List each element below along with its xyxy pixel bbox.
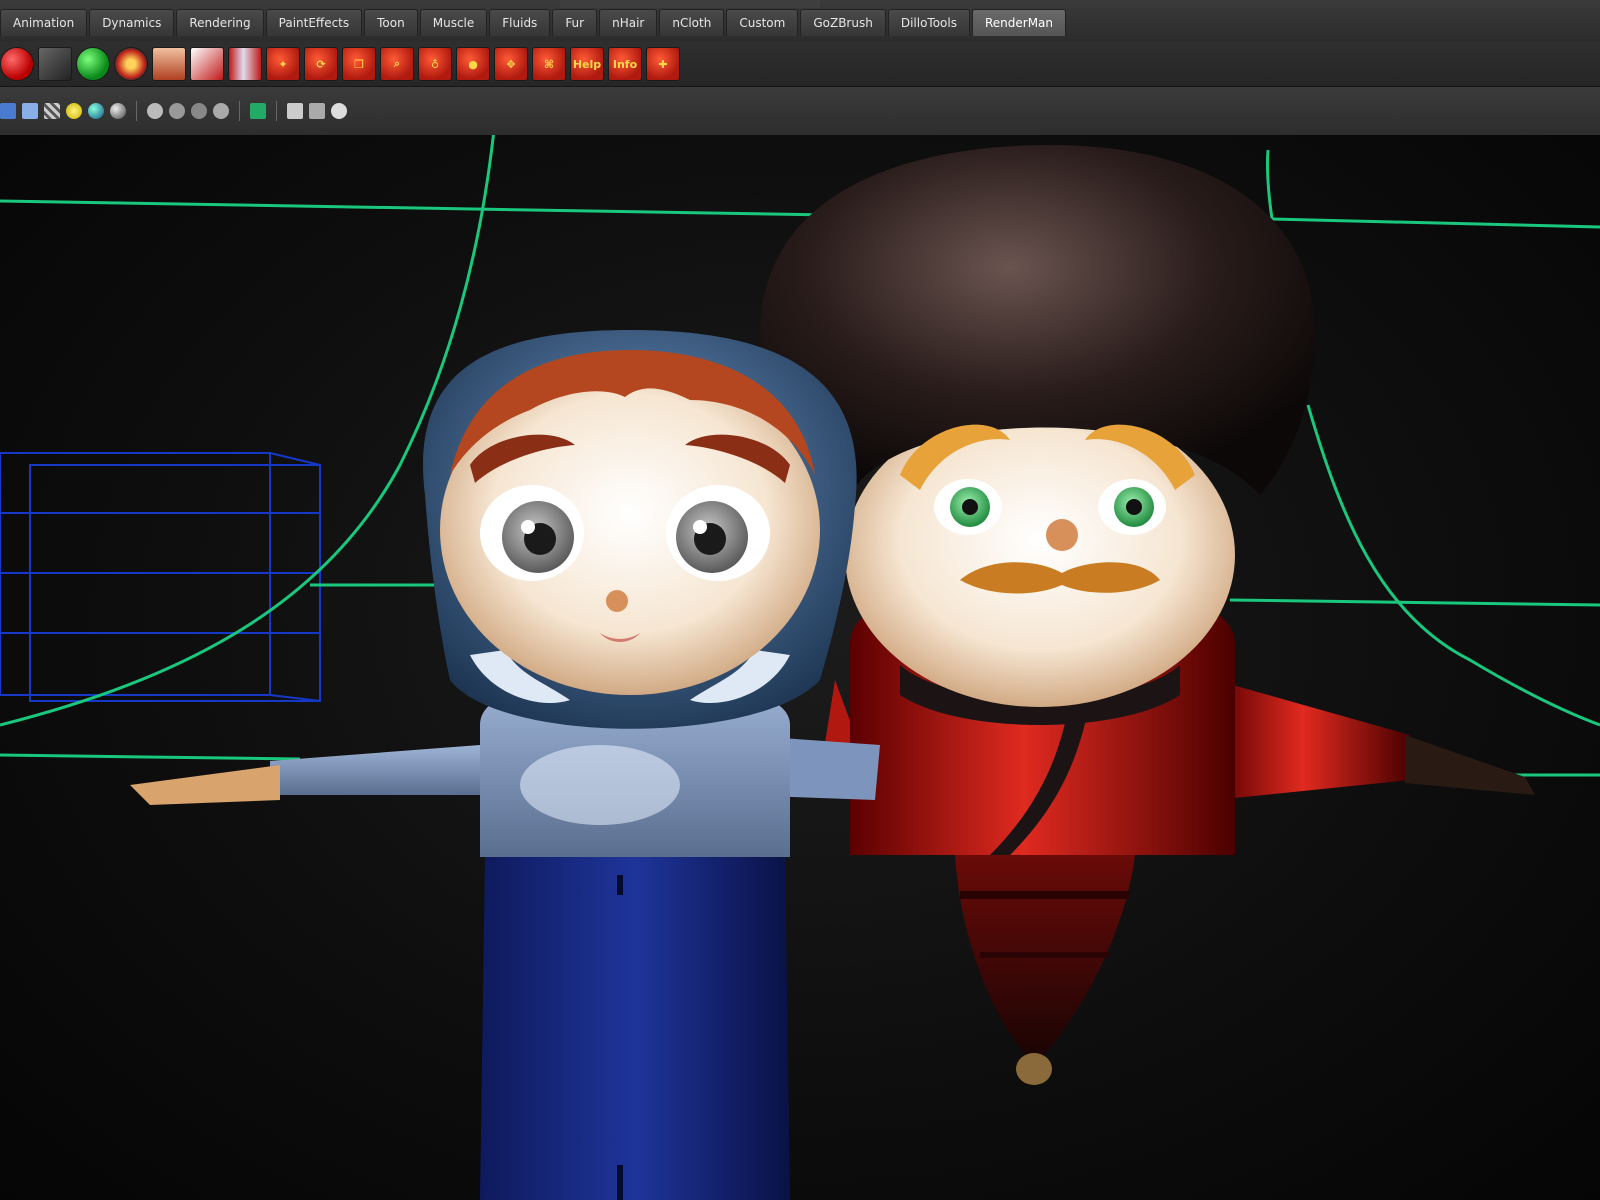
tab-custom[interactable]: Custom <box>726 9 799 36</box>
grey-sphere-icon[interactable] <box>110 103 126 119</box>
share-icon[interactable] <box>331 103 347 119</box>
bowl-icon[interactable] <box>152 47 186 81</box>
render-icon[interactable] <box>190 47 224 81</box>
tab-ncloth[interactable]: nCloth <box>659 9 725 36</box>
shader-icon[interactable] <box>114 47 148 81</box>
tab-animation[interactable]: Animation <box>0 9 88 36</box>
info-sphere-icon[interactable]: ● <box>456 47 490 81</box>
tab-fluids[interactable]: Fluids <box>489 9 551 36</box>
tab-gozbrush[interactable]: GoZBrush <box>800 9 886 36</box>
toolbar-separator <box>136 101 137 121</box>
shaded-sphere-icon[interactable] <box>88 103 104 119</box>
tab-toon[interactable]: Toon <box>364 9 418 36</box>
tab-rendering[interactable]: Rendering <box>176 9 264 36</box>
shelf-buttons: ✦ ⟳ ❐ ⌕ ♁ ● ✥ ⌘ Help Info ✚ <box>0 46 680 82</box>
shadow-icon[interactable] <box>147 103 163 119</box>
viewport-scene <box>0 135 1600 1200</box>
info-icon[interactable]: Info <box>608 47 642 81</box>
tab-dillotools[interactable]: DilloTools <box>887 9 970 36</box>
red-sphere-icon[interactable] <box>0 47 34 81</box>
checker-icon[interactable] <box>44 103 60 119</box>
camera-icon[interactable] <box>0 103 16 119</box>
render-settings-icon[interactable] <box>38 47 72 81</box>
shelf-icon-row: ✦ ⟳ ❐ ⌕ ♁ ● ✥ ⌘ Help Info ✚ <box>0 42 1600 87</box>
female-doll[interactable] <box>130 330 880 1200</box>
move-icon[interactable]: ✥ <box>494 47 528 81</box>
panel-toolbar <box>0 87 1600 136</box>
xray-icon[interactable] <box>309 103 325 119</box>
male-doll[interactable] <box>760 145 1535 1085</box>
3d-viewport[interactable] <box>0 135 1600 1200</box>
help-icon[interactable]: Help <box>570 47 604 81</box>
panel-toolbar-buttons <box>0 99 347 123</box>
tab-dynamics[interactable]: Dynamics <box>89 9 175 36</box>
select-camera-icon[interactable] <box>250 103 266 119</box>
wireframe-box[interactable] <box>0 452 321 702</box>
ambient-occlusion-icon[interactable] <box>169 103 185 119</box>
attach-icon[interactable]: ♁ <box>418 47 452 81</box>
motion-blur-icon[interactable] <box>191 103 207 119</box>
tab-muscle[interactable]: Muscle <box>419 9 488 36</box>
light-bulb-icon[interactable] <box>66 103 82 119</box>
light-icon[interactable]: ✦ <box>266 47 300 81</box>
antialias-icon[interactable] <box>213 103 229 119</box>
tab-renderman[interactable]: RenderMan <box>971 9 1067 36</box>
puzzle-icon[interactable]: ✚ <box>646 47 680 81</box>
tab-nhair[interactable]: nHair <box>599 9 658 36</box>
tab-painteffects[interactable]: PaintEffects <box>265 9 363 36</box>
batch-icon[interactable]: ❐ <box>342 47 376 81</box>
tab-fur[interactable]: Fur <box>552 9 598 36</box>
script-icon[interactable]: ⌘ <box>532 47 566 81</box>
green-sphere-icon[interactable] <box>76 47 110 81</box>
wireframe-cube-icon[interactable] <box>22 103 38 119</box>
shelf-tab-list: Animation Dynamics Rendering PaintEffect… <box>0 6 1067 36</box>
render-view-icon[interactable]: ⌕ <box>380 47 414 81</box>
shelf-tab-bar: Animation Dynamics Rendering PaintEffect… <box>0 0 1600 43</box>
toolbar-separator <box>239 101 240 121</box>
toolbar-separator <box>276 101 277 121</box>
isolate-icon[interactable] <box>287 103 303 119</box>
cycle-icon[interactable]: ⟳ <box>304 47 338 81</box>
maya-window: Animation Dynamics Rendering PaintEffect… <box>0 0 1600 1200</box>
ipr-icon[interactable] <box>228 47 262 81</box>
